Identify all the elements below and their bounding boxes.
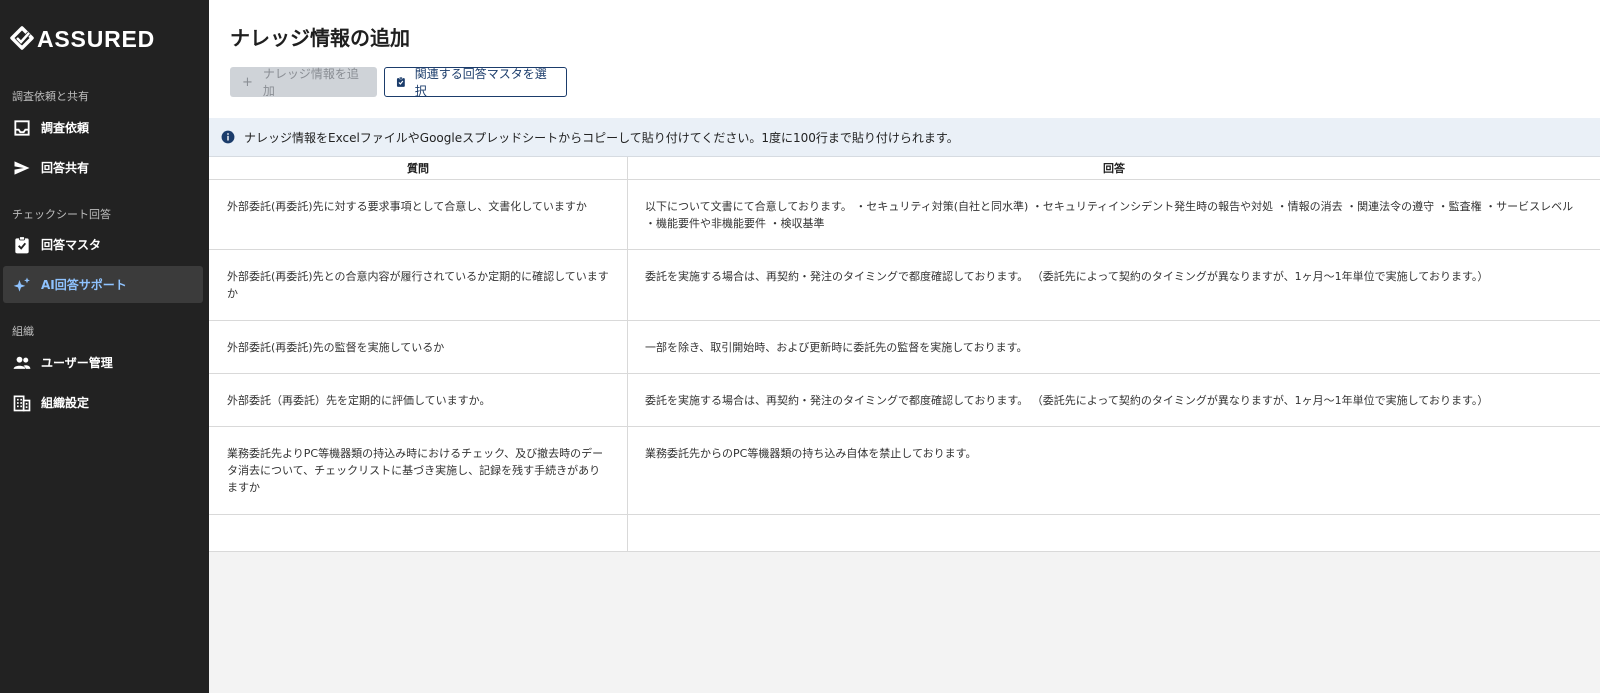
answer-cell[interactable]: 一部を除き、取引開始時、および更新時に委託先の監督を実施しております。 (628, 321, 1600, 373)
answer-cell[interactable] (628, 515, 1600, 551)
plus-icon: + (242, 74, 253, 90)
info-banner: ナレッジ情報をExcelファイルやGoogleスプレッドシートからコピーして貼り… (209, 118, 1600, 157)
sidebar-item-org-settings[interactable]: 組織設定 (3, 384, 203, 421)
column-header-question: 質問 (209, 157, 628, 179)
section-label-request: 調査依頼と共有 (12, 90, 89, 103)
question-cell[interactable]: 業務委託先よりPC等機器類の持込み時におけるチェック、及び撤去時のデータ消去につ… (209, 427, 628, 514)
sidebar-item-survey-request[interactable]: 調査依頼 (3, 109, 203, 146)
table-header-row: 質問 回答 (209, 157, 1600, 179)
users-icon (11, 352, 33, 374)
table-row: 業務委託先よりPC等機器類の持込み時におけるチェック、及び撤去時のデータ消去につ… (209, 426, 1600, 514)
section-label-organization: 組織 (12, 325, 34, 338)
info-text: ナレッジ情報をExcelファイルやGoogleスプレッドシートからコピーして貼り… (244, 130, 959, 145)
building-icon (11, 392, 33, 414)
send-icon (11, 157, 33, 179)
page-header: ナレッジ情報の追加 + ナレッジ情報を追加 関連する回答マスタを選択 (209, 0, 1600, 118)
answer-cell[interactable]: 委託を実施する場合は、再契約・発注のタイミングで都度確認しております。 （委託先… (628, 374, 1600, 426)
assured-logo-icon (10, 26, 34, 50)
table-row: 外部委託(再委託)先に対する要求事項として合意し、文書化していますか 以下につい… (209, 179, 1600, 249)
question-cell[interactable]: 外部委託(再委託)先の監督を実施しているか (209, 321, 628, 373)
answer-cell[interactable]: 以下について文書にて合意しております。 ・セキュリティ対策(自社と同水準) ・セ… (628, 180, 1600, 249)
main-content: ナレッジ情報の追加 + ナレッジ情報を追加 関連する回答マスタを選択 ナレッジ情… (209, 0, 1600, 693)
sidebar-item-label: 組織設定 (41, 396, 90, 410)
sidebar: ASSURED 調査依頼と共有 調査依頼 回答共有 チェックシート回答 回答マス… (0, 0, 209, 693)
sidebar-item-user-management[interactable]: ユーザー管理 (3, 344, 203, 381)
knowledge-table: 質問 回答 外部委託(再委託)先に対する要求事項として合意し、文書化していますか… (209, 157, 1600, 552)
info-icon (221, 130, 235, 144)
page-title: ナレッジ情報の追加 (230, 26, 410, 50)
question-cell[interactable] (209, 515, 628, 551)
question-cell[interactable]: 外部委託（再委託）先を定期的に評価していますか。 (209, 374, 628, 426)
add-knowledge-button[interactable]: + ナレッジ情報を追加 (230, 67, 377, 98)
sidebar-item-label: 調査依頼 (41, 121, 90, 135)
table-row: 外部委託（再委託）先を定期的に評価していますか。 委託を実施する場合は、再契約・… (209, 373, 1600, 426)
select-answer-master-button[interactable]: 関連する回答マスタを選択 (384, 67, 567, 98)
table-row-empty (209, 514, 1600, 551)
brand-logo[interactable]: ASSURED (10, 25, 155, 53)
sidebar-item-answer-share[interactable]: 回答共有 (3, 149, 203, 186)
table-row: 外部委託(再委託)先との合意内容が履行されているか定期的に確認していますか 委託… (209, 249, 1600, 320)
sidebar-item-answer-master[interactable]: 回答マスタ (3, 226, 203, 263)
inbox-icon (11, 117, 33, 139)
sidebar-item-ai-support[interactable]: AI回答サポート (3, 266, 203, 303)
question-cell[interactable]: 外部委託(再委託)先に対する要求事項として合意し、文書化していますか (209, 180, 628, 249)
question-cell[interactable]: 外部委託(再委託)先との合意内容が履行されているか定期的に確認していますか (209, 250, 628, 320)
column-header-answer: 回答 (1103, 162, 1125, 175)
select-answer-master-label: 関連する回答マスタを選択 (414, 67, 547, 98)
add-knowledge-label: ナレッジ情報を追加 (262, 67, 359, 98)
clipboard-check-icon (396, 76, 405, 87)
answer-cell[interactable]: 委託を実施する場合は、再契約・発注のタイミングで都度確認しております。 （委託先… (628, 250, 1600, 320)
sidebar-item-label: 回答マスタ (41, 238, 102, 252)
sparkles-icon (11, 274, 33, 296)
sidebar-item-label: AI回答サポート (41, 278, 127, 292)
table-row: 外部委託(再委託)先の監督を実施しているか 一部を除き、取引開始時、および更新時… (209, 320, 1600, 373)
sidebar-item-label: 回答共有 (41, 161, 90, 175)
brand-name: ASSURED (37, 25, 156, 52)
answer-cell[interactable]: 業務委託先からのPC等機器類の持ち込み自体を禁止しております。 (628, 427, 1600, 514)
section-label-checksheet: チェックシート回答 (12, 208, 111, 221)
clipboard-check-icon (11, 234, 33, 256)
sidebar-item-label: ユーザー管理 (41, 356, 113, 370)
